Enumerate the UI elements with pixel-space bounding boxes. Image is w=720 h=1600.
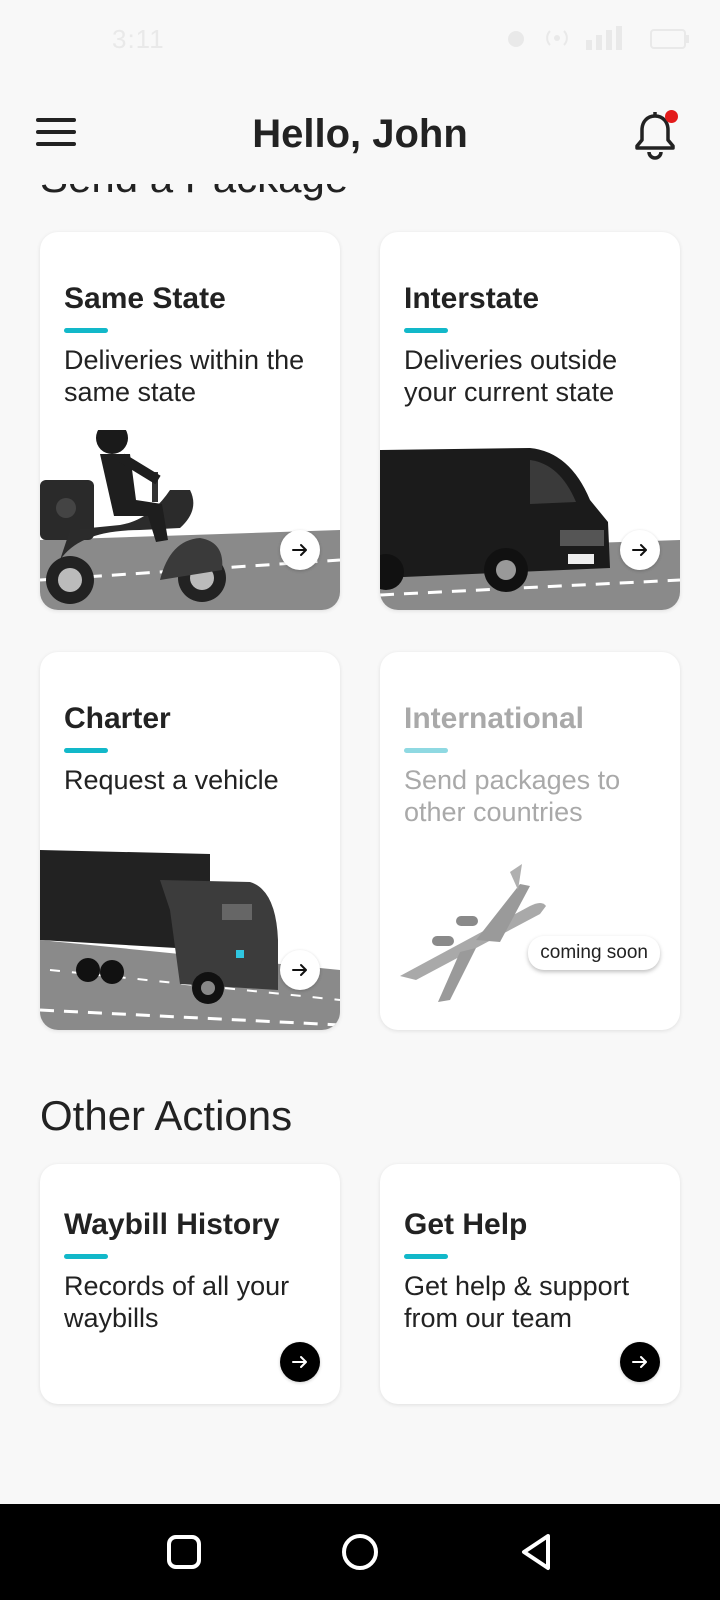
arrow-right-icon xyxy=(292,1356,307,1368)
card-same-state[interactable]: Same State Deliveries within the same st… xyxy=(40,232,340,610)
accent-line xyxy=(64,328,108,333)
card-title: Waybill History xyxy=(64,1208,280,1241)
circle-icon xyxy=(342,1534,378,1570)
card-get-help[interactable]: Get Help Get help & support from our tea… xyxy=(380,1164,680,1404)
alarm-icon xyxy=(504,26,528,57)
get-help-arrow-button[interactable] xyxy=(620,1342,660,1382)
status-icons xyxy=(504,26,690,57)
arrow-right-icon xyxy=(292,964,307,976)
card-description: Send packages to other countries xyxy=(404,765,621,827)
notifications-button[interactable] xyxy=(632,110,680,160)
accent-line xyxy=(404,748,448,753)
back-button[interactable] xyxy=(516,1532,556,1572)
card-description: Deliveries within the same state xyxy=(64,345,305,407)
card-title: Interstate xyxy=(404,282,540,315)
arrow-right-icon xyxy=(632,1356,647,1368)
card-title: International xyxy=(404,702,585,735)
arrow-right-icon xyxy=(632,544,647,556)
card-description: Deliveries outside your current state xyxy=(404,345,618,407)
main-content[interactable]: Send a Package Same State Deliveries wit… xyxy=(0,184,720,1504)
battery-icon xyxy=(650,26,690,57)
system-navigation-bar xyxy=(0,1504,720,1600)
card-description: Get help & support from our team xyxy=(404,1271,630,1333)
back-triangle-icon xyxy=(522,1534,550,1570)
charter-arrow-button[interactable] xyxy=(280,950,320,990)
truck-illustration xyxy=(40,850,340,1030)
app-header: Hello, John xyxy=(0,96,720,180)
arrow-right-icon xyxy=(292,544,307,556)
card-charter[interactable]: Charter Request a vehicle xyxy=(40,652,340,1030)
card-description: Request a vehicle xyxy=(64,765,279,795)
card-description: Records of all your waybills xyxy=(64,1271,290,1333)
accent-line xyxy=(64,1254,108,1259)
scooter-rider-illustration xyxy=(40,430,340,610)
home-button[interactable] xyxy=(340,1532,380,1572)
signal-icon xyxy=(586,26,636,57)
card-waybill-history[interactable]: Waybill History Records of all your wayb… xyxy=(40,1164,340,1404)
status-time: 3:11 xyxy=(112,24,165,54)
waybill-arrow-button[interactable] xyxy=(280,1342,320,1382)
hotspot-icon xyxy=(542,26,572,57)
square-icon xyxy=(167,1535,201,1569)
card-title: Get Help xyxy=(404,1208,528,1241)
interstate-arrow-button[interactable] xyxy=(620,530,660,570)
card-international: International Send packages to other cou… xyxy=(380,652,680,1030)
accent-line xyxy=(404,1254,448,1259)
card-title: Charter xyxy=(64,702,171,735)
card-interstate[interactable]: Interstate Deliveries outside your curre… xyxy=(380,232,680,610)
status-bar: 3:11 xyxy=(0,0,720,80)
accent-line xyxy=(404,328,448,333)
accent-line xyxy=(64,748,108,753)
van-illustration xyxy=(380,448,680,610)
same-state-arrow-button[interactable] xyxy=(280,530,320,570)
page-title: Hello, John xyxy=(252,112,468,156)
notification-dot xyxy=(665,110,678,123)
section-title-send-package: Send a Package xyxy=(40,184,348,202)
section-title-other-actions: Other Actions xyxy=(40,1092,293,1139)
recents-button[interactable] xyxy=(164,1532,204,1572)
coming-soon-badge: coming soon xyxy=(528,936,660,970)
card-title: Same State xyxy=(64,282,226,315)
